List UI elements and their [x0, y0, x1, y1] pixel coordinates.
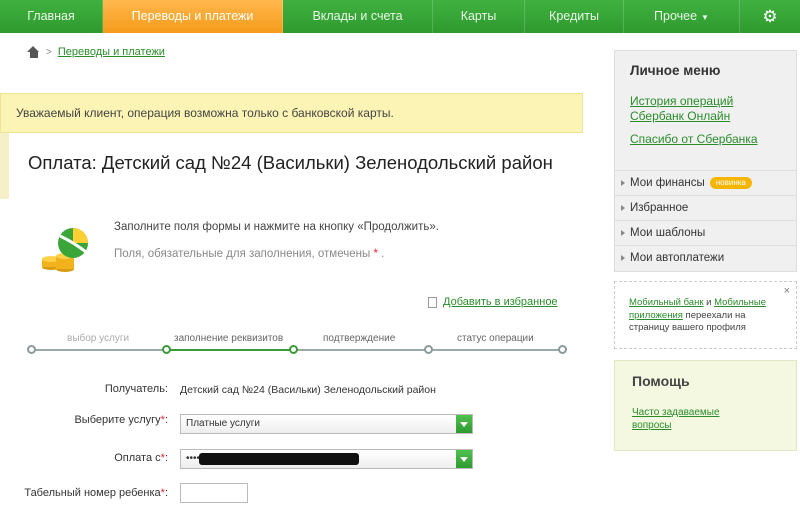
help-panel: Помощь Часто задаваемые вопросы — [614, 360, 797, 451]
decorative-shade — [0, 133, 9, 199]
breadcrumb-separator: > — [46, 46, 52, 58]
top-navigation: Главная Переводы и платежи Вклады и счет… — [0, 0, 800, 33]
close-icon[interactable]: × — [784, 285, 790, 298]
add-to-favorites-link[interactable]: Добавить в избранное — [428, 296, 558, 308]
nav-item-home[interactable]: Главная — [0, 0, 103, 33]
step-label-fill-details: заполнение реквизитов — [174, 333, 284, 344]
child-id-label: Табельный номер ребенка*: — [8, 487, 168, 499]
step-dot-active — [162, 345, 171, 354]
faq-link[interactable]: Часто задаваемые вопросы — [632, 407, 742, 432]
service-label-text: Выберите услугу — [74, 414, 161, 426]
triangle-right-icon — [621, 255, 625, 261]
new-badge: новинка — [709, 177, 752, 189]
nav-item-credits[interactable]: Кредиты — [525, 0, 624, 33]
payment-source-select[interactable]: •••• — [180, 449, 473, 469]
required-note-dot: . — [381, 248, 385, 260]
sidebar-item-favorites[interactable]: Избранное — [615, 195, 796, 220]
sidebar-item-label: Мои автоплатежи — [630, 252, 725, 264]
label-colon: : — [164, 414, 168, 426]
label-colon: : — [164, 487, 168, 499]
money-icon — [42, 228, 88, 272]
recipient-value: Детский сад №24 (Васильки) Зеленодольски… — [180, 384, 436, 396]
mobile-bank-link[interactable]: Мобильный банк — [629, 297, 703, 308]
triangle-right-icon — [621, 230, 625, 236]
breadcrumb-link-transfers[interactable]: Переводы и платежи — [58, 46, 165, 58]
personal-menu-title: Личное меню — [630, 63, 721, 78]
service-label: Выберите услугу*: — [8, 414, 168, 426]
payment-source-value: •••• — [186, 453, 201, 464]
label-colon: : — [164, 452, 168, 464]
nav-item-label: Главная — [27, 9, 75, 23]
payment-source-label-text: Оплата с — [114, 452, 161, 464]
promo-conjunction: и — [706, 297, 712, 308]
nav-item-label: Вклады и счета — [312, 9, 403, 23]
personal-menu: Личное меню История операций Сбербанк Он… — [614, 50, 797, 272]
progress-active-segment — [166, 349, 293, 351]
step-dot — [27, 345, 36, 354]
operation-history-link[interactable]: История операций Сбербанк Онлайн — [630, 94, 750, 124]
sidebar-item-autopayments[interactable]: Мои автоплатежи — [615, 245, 796, 270]
mobile-apps-notice: × Мобильный банк и Мобильные приложения … — [614, 281, 797, 349]
required-note-text: Поля, обязательные для заполнения, отмеч… — [114, 248, 371, 260]
chevron-down-icon — [456, 415, 472, 433]
nav-item-deposits[interactable]: Вклады и счета — [283, 0, 433, 33]
payment-source-label: Оплата с*: — [8, 452, 168, 464]
step-dot — [558, 345, 567, 354]
step-label-choose-service: выбор услуги — [67, 333, 130, 344]
chevron-down-icon: ▼ — [701, 13, 709, 22]
child-id-label-text: Табельный номер ребенка — [24, 487, 161, 499]
chevron-down-icon — [456, 450, 472, 468]
step-dot-active — [289, 345, 298, 354]
nav-item-label: Карты — [460, 9, 497, 23]
page-title: Оплата: Детский сад №24 (Васильки) Зелен… — [28, 152, 553, 173]
sidebar-item-label: Избранное — [630, 202, 689, 214]
spasibo-link[interactable]: Спасибо от Сбербанка — [630, 132, 758, 147]
nav-item-label: Переводы и платежи — [131, 9, 254, 23]
nav-item-transfers[interactable]: Переводы и платежи — [103, 0, 283, 33]
nav-item-cards[interactable]: Карты — [433, 0, 525, 33]
recipient-label: Получатель: — [104, 383, 168, 395]
service-select[interactable]: Платные услуги — [180, 414, 473, 434]
step-label-confirmation: подтверждение — [323, 333, 396, 344]
sidebar-item-my-finances[interactable]: Мои финансы новинка — [615, 170, 796, 195]
service-select-value: Платные услуги — [186, 418, 260, 429]
settings-button[interactable]: ⚙ — [740, 0, 800, 33]
required-star: * — [373, 248, 378, 260]
add-to-favorites-label: Добавить в избранное — [443, 296, 558, 308]
home-icon[interactable] — [27, 46, 40, 58]
sidebar-item-label: Мои финансы — [630, 177, 705, 189]
help-title: Помощь — [632, 373, 690, 389]
child-id-input[interactable] — [180, 483, 248, 503]
sidebar-item-label: Мои шаблоны — [630, 227, 706, 239]
triangle-right-icon — [621, 205, 625, 211]
form-instruction: Заполните поля формы и нажмите на кнопку… — [114, 221, 439, 233]
nav-item-other[interactable]: Прочее ▼ — [624, 0, 740, 33]
sidebar-item-templates[interactable]: Мои шаблоны — [615, 220, 796, 245]
triangle-right-icon — [621, 180, 625, 186]
bookmark-icon — [428, 296, 437, 308]
redacted-card-number — [199, 453, 359, 465]
nav-item-label: Прочее — [654, 9, 698, 23]
step-label-status: статус операции — [457, 333, 534, 344]
step-dot — [424, 345, 433, 354]
breadcrumb: > Переводы и платежи — [27, 46, 165, 58]
required-note: Поля, обязательные для заполнения, отмеч… — [114, 248, 384, 260]
gear-icon: ⚙ — [762, 7, 778, 26]
nav-item-label: Кредиты — [549, 9, 599, 23]
warning-banner: Уважаемый клиент, операция возможна толь… — [0, 93, 583, 133]
